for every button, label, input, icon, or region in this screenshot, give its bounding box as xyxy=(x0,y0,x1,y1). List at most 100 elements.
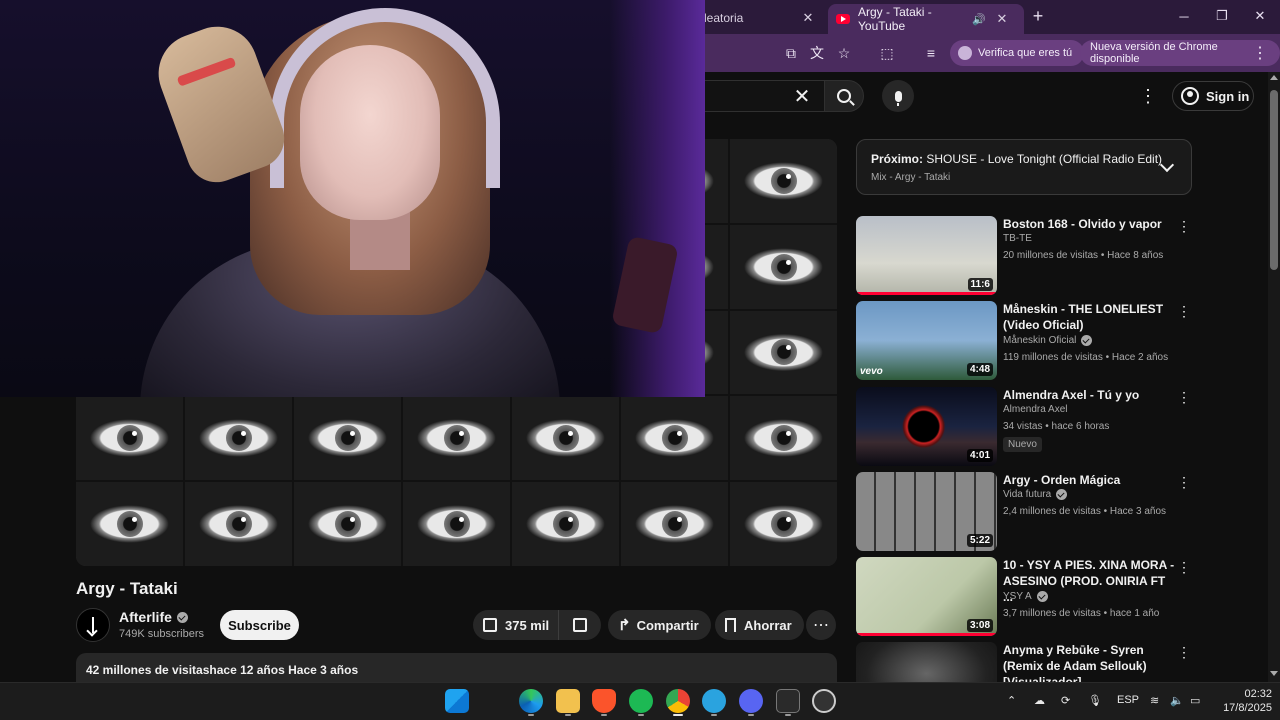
running-indicator xyxy=(638,714,644,716)
save-button[interactable]: Ahorrar xyxy=(715,610,804,640)
like-button[interactable]: 375 mil xyxy=(473,610,559,640)
recommendation-channel[interactable]: Almendra Axel xyxy=(1003,404,1067,415)
verify-identity-pill[interactable]: Verifica que eres tú xyxy=(950,40,1085,66)
voice-search-button[interactable] xyxy=(882,80,914,112)
recommendation-channel[interactable]: Vida futura xyxy=(1003,489,1068,500)
system-clock[interactable]: 02:32 17/8/2025 xyxy=(1208,687,1272,715)
active-indicator xyxy=(673,714,683,716)
chrome-icon[interactable] xyxy=(666,689,690,713)
recommendation-title[interactable]: Boston 168 - Olvido y vapor xyxy=(1003,216,1177,232)
recommendation-title[interactable]: Argy - Orden Mágica xyxy=(1003,472,1177,488)
recommendation-item[interactable]: 5:22 Argy - Orden Mágica Vida futura 2,4 mi… xyxy=(856,472,1192,552)
maximize-button[interactable]: ❐ xyxy=(1210,6,1234,26)
chrome-update-pill[interactable]: Nueva versión de Chrome disponible xyxy=(1080,40,1280,66)
media-controls-icon[interactable]: ≡ xyxy=(920,42,942,64)
tab-youtube[interactable]: Argy - Tataki - YouTube 🔊 ✕ xyxy=(828,4,1024,34)
up-next-panel[interactable]: Próximo: SHOUSE - Love Tonight (Official… xyxy=(856,139,1192,195)
telegram-icon[interactable] xyxy=(702,689,726,713)
volume-icon[interactable]: 🔈 xyxy=(1170,692,1184,708)
up-next-mix: Mix - Argy - Tataki xyxy=(871,172,951,183)
new-tab-button[interactable]: + xyxy=(1028,6,1048,26)
search-button[interactable] xyxy=(824,80,864,112)
dislike-button[interactable] xyxy=(559,610,601,640)
scroll-down-icon[interactable] xyxy=(1270,671,1278,676)
onedrive-icon[interactable]: ☁ xyxy=(1034,692,1045,708)
close-window-button[interactable]: ✕ xyxy=(1248,6,1272,26)
verified-icon xyxy=(176,611,188,623)
windows-start-icon[interactable] xyxy=(445,689,469,713)
clear-search-icon[interactable]: ✕ xyxy=(790,84,814,108)
clock-date: 17/8/2025 xyxy=(1223,702,1272,714)
eye-tile xyxy=(730,310,837,395)
recommendation-thumbnail[interactable]: 4:48 vevo xyxy=(856,301,997,380)
microphone-tray-icon[interactable]: 🎙 xyxy=(1088,692,1102,708)
recommendation-thumbnail[interactable]: 3:08 xyxy=(856,557,997,636)
more-options-icon[interactable]: ⋮ xyxy=(1177,559,1191,575)
bookmark-star-icon[interactable]: ☆ xyxy=(833,42,855,64)
eye-tile xyxy=(730,482,837,566)
subscribe-button[interactable]: Subscribe xyxy=(220,610,299,640)
recommendation-item[interactable]: 4:01 Almendra Axel - Tú y yo Almendra Axel… xyxy=(856,387,1192,467)
watch-progress-bar xyxy=(856,633,997,636)
extensions-icon[interactable]: ⬚ xyxy=(876,42,898,64)
chrome-menu-icon[interactable]: ⋮ xyxy=(1252,42,1268,64)
tab-previous[interactable]: leatoria ✕ xyxy=(700,6,822,30)
recommendation-item[interactable]: 3:08 10 - YSY A PIES. XINA MORA - ASESINO… xyxy=(856,557,1192,637)
close-tab-icon[interactable]: ✕ xyxy=(800,10,816,26)
minimize-button[interactable]: ─ xyxy=(1172,6,1196,26)
edge-icon[interactable] xyxy=(519,689,543,713)
recommendation-thumbnail[interactable]: 5:22 xyxy=(856,472,997,551)
more-actions-button[interactable]: ⋯ xyxy=(806,610,836,640)
cast-icon[interactable]: ⧉ xyxy=(780,42,802,64)
recommendation-title[interactable]: Måneskin - THE LONELIEST (Video Oficial) xyxy=(1003,301,1177,333)
recommendation-channel[interactable]: YSY A xyxy=(1003,591,1048,602)
recommendation-channel-label: Vida futura xyxy=(1003,489,1052,500)
wifi-icon[interactable]: ≋ xyxy=(1150,692,1159,708)
app-icon[interactable] xyxy=(812,689,836,713)
chevron-up-icon[interactable]: ⌃ xyxy=(1007,692,1016,708)
translate-icon[interactable]: 文 xyxy=(806,42,828,64)
recommendation-item[interactable]: 11:6 Boston 168 - Olvido y vapor TB-TE 20 m… xyxy=(856,216,1192,296)
recommendation-channel[interactable]: TB-TE xyxy=(1003,233,1032,244)
scrollbar-thumb[interactable] xyxy=(1270,90,1278,270)
sync-icon[interactable]: ⟳ xyxy=(1061,692,1070,708)
recommendation-thumbnail[interactable]: 11:6 xyxy=(856,216,997,295)
brave-icon[interactable] xyxy=(592,689,616,713)
account-icon xyxy=(1181,87,1199,105)
close-tab-icon[interactable]: ✕ xyxy=(994,11,1010,27)
epic-games-icon[interactable] xyxy=(776,689,800,713)
recommendation-meta: 20 millones de visitas • Hace 8 años xyxy=(1003,250,1164,261)
more-options-icon[interactable]: ⋮ xyxy=(1177,389,1191,405)
search-icon xyxy=(837,89,851,103)
speaker-icon[interactable]: 🔊 xyxy=(972,13,986,26)
battery-icon[interactable]: ▭ xyxy=(1190,692,1200,708)
recommendation-title[interactable]: Almendra Axel - Tú y yo xyxy=(1003,387,1177,403)
settings-menu-icon[interactable]: ⋮ xyxy=(1139,84,1157,108)
language-indicator[interactable]: ESP xyxy=(1117,692,1139,708)
share-button[interactable]: ↱ Compartir xyxy=(608,610,711,640)
new-badge: Nuevo xyxy=(1003,437,1042,452)
recommendation-meta: 2,4 millones de visitas • Hace 3 años xyxy=(1003,506,1167,517)
verify-label: Verifica que eres tú xyxy=(978,47,1073,59)
sign-in-button[interactable]: Sign in xyxy=(1172,81,1254,111)
recommendation-channel[interactable]: Måneskin Oficial xyxy=(1003,335,1093,346)
recommendation-thumbnail[interactable]: 4:01 xyxy=(856,387,997,466)
scroll-up-icon[interactable] xyxy=(1270,75,1278,80)
subscriber-count: 749K subscribers xyxy=(119,628,204,640)
more-options-icon[interactable]: ⋮ xyxy=(1177,644,1191,660)
running-indicator xyxy=(601,714,607,716)
channel-avatar[interactable] xyxy=(76,608,110,642)
more-options-icon[interactable]: ⋮ xyxy=(1177,474,1191,490)
channel-name[interactable]: Afterlife xyxy=(119,609,188,625)
discord-icon[interactable] xyxy=(739,689,763,713)
ambient-light xyxy=(610,0,705,397)
up-next-prefix: Próximo: xyxy=(871,152,924,166)
verified-icon xyxy=(1081,335,1093,346)
running-indicator xyxy=(748,714,754,716)
spotify-icon[interactable] xyxy=(629,689,653,713)
recommendation-item[interactable]: 4:48 vevo Måneskin - THE LONELIEST (Video … xyxy=(856,301,1192,381)
more-options-icon[interactable]: ⋮ xyxy=(1177,303,1191,319)
file-explorer-icon[interactable] xyxy=(556,689,580,713)
eye-tile xyxy=(76,482,183,566)
more-options-icon[interactable]: ⋮ xyxy=(1177,218,1191,234)
